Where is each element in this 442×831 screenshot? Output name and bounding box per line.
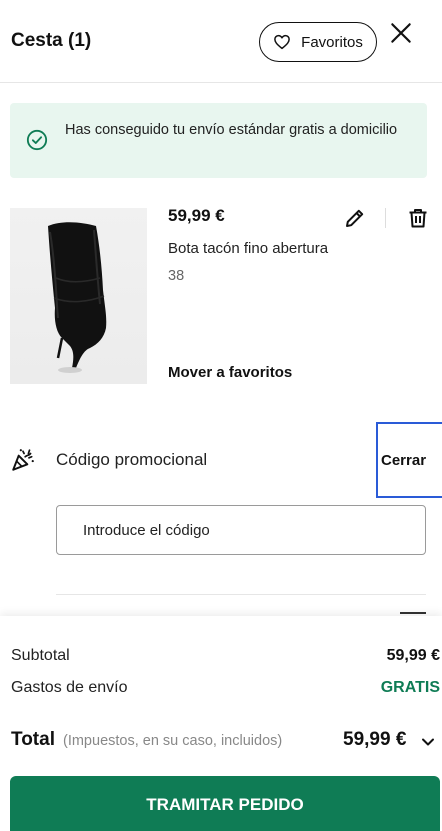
free-shipping-banner: Has conseguido tu envío estándar gratis … [10,103,427,178]
close-icon[interactable] [388,20,414,46]
party-popper-icon [12,449,34,471]
tax-note: (Impuestos, en su caso, incluidos) [63,733,283,749]
pencil-icon[interactable] [343,206,367,230]
partially-hidden-element [400,612,426,614]
shipping-value: GRATIS [380,679,440,696]
heart-icon [274,34,291,50]
item-price: 59,99 € [168,206,225,225]
favorites-button[interactable]: Favoritos [259,22,377,62]
promo-code-label[interactable]: Código promocional [56,450,207,470]
page-title: Cesta (1) [11,30,92,51]
chevron-down-icon[interactable] [421,735,435,749]
total-label: Total [11,729,55,750]
subtotal-value: 59,99 € [386,647,440,664]
checkout-button[interactable]: TRAMITAR PEDIDO [10,776,440,831]
banner-text: Has conseguido tu envío estándar gratis … [65,122,398,138]
total-value[interactable]: 59,99 € [343,729,406,751]
subtotal-label: Subtotal [11,647,70,664]
item-size: 38 [168,268,185,284]
product-image[interactable] [10,208,147,384]
divider [56,594,426,595]
boot-image [48,222,107,373]
trash-icon[interactable] [406,206,430,230]
promo-code-input[interactable] [56,505,426,555]
close-promo-button[interactable]: Cerrar [376,422,442,498]
action-divider [385,208,386,228]
shipping-label: Gastos de envío [11,679,128,696]
move-to-favorites-link[interactable]: Mover a favoritos [168,364,292,381]
favorites-label: Favoritos [301,33,363,51]
item-name[interactable]: Bota tacón fino abertura [168,240,328,257]
order-summary: Subtotal 59,99 € Gastos de envío GRATIS … [0,616,442,831]
check-circle-icon [26,129,48,151]
header: Cesta (1) Favoritos [0,0,442,83]
